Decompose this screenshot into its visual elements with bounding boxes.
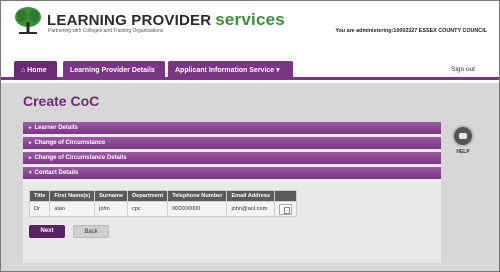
column-header-title: Title — [28, 190, 51, 202]
column-header-action — [274, 190, 298, 202]
form-panel: ▸ Learner Details ▸ Change of Circumstance… — [23, 122, 441, 263]
column-header-telephone: Telephone Number — [167, 190, 228, 202]
chevron-right-icon: ▸ — [29, 155, 32, 161]
column-header-department: Department — [127, 190, 169, 202]
accordion-change-of-circumstance[interactable]: ▸ Change of Circumstance — [23, 137, 441, 150]
administering-text: You are administering:10002327 ESSEX COU… — [335, 28, 487, 34]
select-contact-icon[interactable] — [279, 203, 293, 215]
chevron-right-icon: ▸ — [29, 140, 32, 146]
cell-surname: john — [94, 201, 129, 217]
main-nav: ⌂ Home Learning Provider Details Applica… — [1, 58, 499, 80]
cell-first-names: alan — [49, 201, 96, 217]
accordion-learner-details[interactable]: ▸ Learner Details — [23, 122, 441, 135]
contact-details-table: Title First Name(s) Surname Department T… — [28, 190, 298, 217]
header: LEARNING PROVIDER services Partnering wit… — [1, 1, 499, 57]
main-content: Create CoC ▸ Learner Details ▸ Change of C… — [1, 83, 499, 271]
table-row: Dr alan john cpc 000000000 john@aol.com — [28, 201, 298, 217]
brand-title: LEARNING PROVIDER services — [47, 10, 285, 30]
back-button[interactable]: Back — [73, 225, 109, 238]
column-header-email: Email Address — [226, 190, 276, 202]
tree-logo-icon — [15, 7, 41, 34]
brand-services: services — [215, 10, 285, 29]
help-widget[interactable]: HELP — [449, 125, 477, 155]
cell-department: cpc — [127, 201, 169, 217]
chevron-right-icon: ▸ — [29, 125, 32, 131]
accordion-label: Contact Details — [34, 170, 79, 176]
sign-out-link[interactable]: Sign out — [451, 66, 475, 73]
help-label: HELP — [456, 149, 470, 155]
accordion-label: Change of Circumstance Details — [34, 155, 127, 161]
cell-title: Dr — [28, 201, 51, 217]
column-header-first-names: First Name(s) — [49, 190, 96, 202]
nav-home-tab[interactable]: ⌂ Home — [14, 61, 57, 80]
page-title: Create CoC — [23, 93, 100, 109]
help-icon[interactable] — [452, 125, 474, 147]
cell-telephone: 000000000 — [167, 201, 228, 217]
brand-name: LEARNING PROVIDER — [47, 12, 212, 29]
cell-action — [274, 201, 298, 217]
next-button[interactable]: Next — [29, 225, 65, 238]
column-header-surname: Surname — [94, 190, 129, 202]
accordion-change-of-circumstance-details[interactable]: ▸ Change of Circumstance Details — [23, 152, 441, 165]
accordion-contact-details[interactable]: ▾ Contact Details — [23, 167, 441, 180]
accordion-label: Learner Details — [34, 125, 78, 131]
cell-email: john@aol.com — [226, 201, 276, 217]
nav-learning-provider-details-tab[interactable]: Learning Provider Details — [63, 61, 165, 80]
chevron-down-icon: ▾ — [29, 170, 32, 176]
table-header-row: Title First Name(s) Surname Department T… — [28, 190, 298, 202]
nav-applicant-information-service-tab[interactable]: Applicant Information Service ▾ — [168, 61, 293, 80]
brand-tagline: Partnering with Colleges and Training Or… — [48, 28, 164, 34]
accordion-label: Change of Circumstance — [34, 140, 106, 146]
app-window: LEARNING PROVIDER services Partnering wit… — [0, 0, 500, 272]
